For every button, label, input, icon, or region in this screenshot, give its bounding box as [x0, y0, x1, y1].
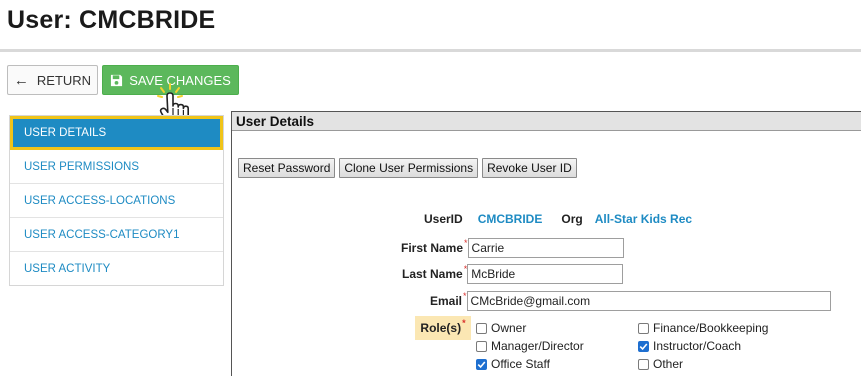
reset-password-button[interactable]: Reset Password — [238, 158, 336, 178]
sidebar-item-user-access-locations[interactable]: USER ACCESS-LOCATIONS — [10, 184, 223, 218]
checkbox-unchecked[interactable] — [638, 358, 649, 370]
email-field[interactable] — [466, 291, 831, 311]
role-manager-director-label: Manager/Director — [491, 339, 584, 353]
org-link[interactable]: All-Star Kids Rec — [595, 212, 692, 226]
sidebar-item-user-details[interactable]: USER DETAILS — [10, 116, 223, 150]
role-finance-bookkeeping[interactable]: Finance/Bookkeeping — [638, 321, 768, 335]
action-bar: Reset Password Clone User Permissions Re… — [238, 158, 577, 178]
sidebar-item-user-activity[interactable]: USER ACTIVITY — [10, 252, 223, 286]
required-marker: * — [462, 318, 466, 328]
user-details-panel: User Details Reset Password Clone User P… — [231, 111, 861, 376]
userid-value: CMCBRIDE — [477, 212, 543, 226]
roles-label: Role(s) * — [415, 316, 471, 340]
page-title: User: CMCBRIDE — [7, 6, 216, 34]
first-name-row: First Name * — [401, 238, 624, 258]
last-name-field[interactable] — [467, 264, 624, 284]
roles-label-text: Role(s) — [420, 321, 462, 335]
revoke-user-id-button[interactable]: Revoke User ID — [482, 158, 577, 178]
first-name-label: First Name — [401, 241, 464, 255]
role-other[interactable]: Other — [638, 357, 683, 371]
return-button[interactable]: ← RETURN — [7, 65, 98, 95]
role-other-label: Other — [653, 357, 684, 371]
email-row: Email * — [430, 291, 831, 311]
check-icon — [477, 360, 486, 368]
role-instructor-coach-label: Instructor/Coach — [653, 339, 742, 353]
userid-row: UserID CMCBRIDE Org All-Star Kids Rec — [424, 212, 692, 226]
role-owner[interactable]: Owner — [476, 321, 526, 335]
checkbox-checked[interactable] — [476, 358, 487, 370]
last-name-label: Last Name — [402, 267, 463, 281]
role-finance-bookkeeping-label: Finance/Bookkeeping — [653, 321, 769, 335]
role-office-staff-label: Office Staff — [491, 357, 550, 371]
userid-label: UserID — [424, 212, 463, 226]
checkbox-unchecked[interactable] — [476, 322, 487, 334]
sidebar-item-user-access-category1[interactable]: USER ACCESS-CATEGORY1 — [10, 218, 223, 252]
return-button-label: RETURN — [36, 72, 92, 88]
role-manager-director[interactable]: Manager/Director — [476, 339, 584, 353]
role-instructor-coach[interactable]: Instructor/Coach — [638, 339, 741, 353]
checkbox-unchecked[interactable] — [476, 340, 487, 352]
email-label: Email — [430, 294, 463, 308]
checkbox-unchecked[interactable] — [638, 322, 649, 334]
check-icon — [639, 342, 648, 350]
required-marker: * — [464, 238, 468, 248]
floppy-disk-icon — [111, 74, 123, 86]
required-marker: * — [463, 291, 467, 301]
first-name-field[interactable] — [467, 238, 624, 258]
title-divider — [0, 49, 861, 52]
arrow-left-icon: ← — [13, 71, 29, 89]
clone-user-permissions-button[interactable]: Clone User Permissions — [339, 158, 479, 178]
sidebar-nav: USER DETAILS USER PERMISSIONS USER ACCES… — [9, 115, 224, 286]
role-owner-label: Owner — [491, 321, 527, 335]
role-office-staff[interactable]: Office Staff — [476, 357, 550, 371]
panel-title: User Details — [232, 112, 861, 131]
required-marker: * — [463, 264, 468, 274]
org-label: Org — [561, 212, 583, 226]
checkbox-checked[interactable] — [638, 340, 649, 352]
sidebar-item-user-permissions[interactable]: USER PERMISSIONS — [10, 150, 223, 184]
last-name-row: Last Name * — [402, 264, 624, 284]
